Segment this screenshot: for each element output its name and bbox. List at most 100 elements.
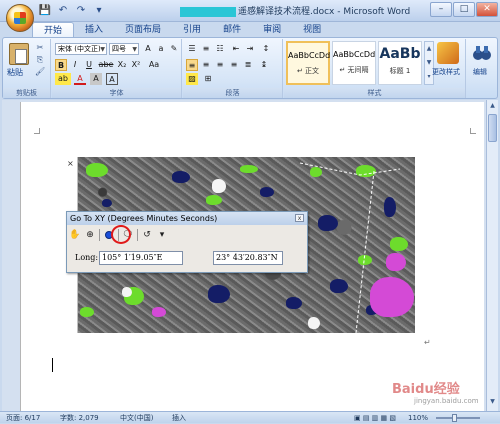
zoom-slider-handle[interactable] xyxy=(452,414,457,422)
vertical-scrollbar[interactable]: ▲ ▼ xyxy=(486,100,498,411)
clipboard-group: 粘贴 ✂ ⎘ 🖌 剪贴板 xyxy=(3,39,51,98)
tab-review[interactable]: 审阅 xyxy=(252,22,292,38)
italic-button[interactable]: I xyxy=(69,59,81,71)
numbering-icon[interactable]: ≡ xyxy=(200,43,212,55)
status-page[interactable]: 页面: 6/17 xyxy=(6,412,40,424)
watermark-text: Baidu经验 xyxy=(392,382,460,397)
font-color-button[interactable]: A xyxy=(74,73,86,85)
margin-corner xyxy=(470,128,476,134)
zoom-slider[interactable] xyxy=(436,417,480,419)
shading-icon[interactable]: ▨ xyxy=(186,73,198,85)
ribbon-tabs: 开始 插入 页面布局 引用 邮件 审阅 视图 xyxy=(32,22,332,38)
style-sample: AaBbCcDd xyxy=(288,51,331,60)
latitude-field[interactable]: 23° 43′20.83″N xyxy=(213,251,283,265)
ribbon: 粘贴 ✂ ⎘ 🖌 剪贴板 宋体 (中文正) ▼ 四号 ▼ A a ✎ B I U a… xyxy=(2,37,498,99)
units-dropdown-icon[interactable]: ▾ xyxy=(156,229,168,241)
dialog-title: Go To XY (Degrees Minutes Seconds) xyxy=(67,212,307,225)
undo-icon[interactable]: ↶ xyxy=(56,4,70,17)
style-normal[interactable]: AaBbCcDd ↵ 正文 xyxy=(286,41,330,85)
borders-icon[interactable]: ⊞ xyxy=(202,73,214,85)
status-language[interactable]: 中文(中国) xyxy=(120,412,153,424)
recent-locations-icon[interactable]: ↺ xyxy=(141,229,153,241)
multilevel-list-icon[interactable]: ☷ xyxy=(214,43,226,55)
tab-view[interactable]: 视图 xyxy=(292,22,332,38)
long-label: Long: xyxy=(75,253,99,262)
highlight-button[interactable]: ab xyxy=(55,73,71,85)
longitude-field[interactable]: 105° 1′19.05″E xyxy=(99,251,183,265)
zoom-level[interactable]: 110% xyxy=(408,412,428,424)
style-no-spacing[interactable]: AaBbCcDd ↵ 无间隔 xyxy=(332,41,376,85)
sort-icon[interactable]: ↕ xyxy=(260,43,272,55)
font-name-select[interactable]: 宋体 (中文正) ▼ xyxy=(55,43,107,55)
office-button[interactable] xyxy=(6,4,34,32)
strikethrough-button[interactable]: abe xyxy=(98,59,114,71)
shrink-font-icon[interactable]: a xyxy=(155,43,167,55)
view-buttons[interactable]: ▣ ▤ ▥ ▦ ▧ xyxy=(354,412,396,424)
quick-access-toolbar: 💾 ↶ ↷ ▾ xyxy=(38,4,106,17)
format-painter-icon[interactable]: 🖌 xyxy=(35,67,45,76)
change-case-button[interactable]: Aa xyxy=(146,59,162,71)
copy-icon[interactable]: ⎘ xyxy=(35,55,45,64)
align-right-icon[interactable]: ≡ xyxy=(214,59,226,71)
tab-references[interactable]: 引用 xyxy=(172,22,212,38)
dialog-close-button[interactable]: x xyxy=(295,214,304,222)
redo-icon[interactable]: ↷ xyxy=(74,4,88,17)
align-left-icon[interactable]: ≡ xyxy=(186,59,198,71)
bold-button[interactable]: B xyxy=(55,59,67,71)
char-border-button[interactable]: A xyxy=(106,73,118,85)
text-cursor xyxy=(52,358,53,372)
style-heading-1[interactable]: AaBb 标题 1 xyxy=(378,41,422,85)
status-insert-mode[interactable]: 插入 xyxy=(172,412,186,424)
coordinate-row: Long: 105° 1′19.05″E 23° 43′20.83″N xyxy=(70,251,306,267)
maximize-button[interactable]: □ xyxy=(453,2,475,17)
status-word-count[interactable]: 字数: 2,079 xyxy=(60,412,99,424)
minimize-button[interactable]: – xyxy=(430,2,452,17)
margin-corner xyxy=(34,128,40,134)
underline-button[interactable]: U xyxy=(83,59,95,71)
justify-icon[interactable]: ≡ xyxy=(228,59,240,71)
grow-font-icon[interactable]: A xyxy=(142,43,154,55)
close-icon[interactable]: × xyxy=(67,159,74,168)
toolbar-separator xyxy=(137,229,138,241)
subscript-button[interactable]: X₂ xyxy=(116,59,128,71)
increase-indent-icon[interactable]: ⇥ xyxy=(244,43,256,55)
scroll-up-icon[interactable]: ▲ xyxy=(488,102,497,112)
paste-button[interactable]: 粘贴 xyxy=(7,67,23,78)
style-sample: AaBb xyxy=(379,46,421,62)
change-styles-icon[interactable] xyxy=(437,42,459,64)
distributed-icon[interactable]: ≣ xyxy=(242,59,254,71)
office-logo-icon xyxy=(14,12,26,24)
save-icon[interactable]: 💾 xyxy=(38,4,52,17)
scroll-thumb[interactable] xyxy=(488,114,497,142)
align-center-icon[interactable]: ≡ xyxy=(200,59,212,71)
font-group-label: 字体 xyxy=(52,88,181,98)
zoom-to-icon[interactable]: ⊕ xyxy=(84,229,96,241)
superscript-button[interactable]: X² xyxy=(130,59,142,71)
toolbar-separator xyxy=(99,229,100,241)
font-size-select[interactable]: 四号 ▼ xyxy=(109,43,139,55)
bullets-icon[interactable]: ☰ xyxy=(186,43,198,55)
char-shading-button[interactable]: A xyxy=(90,73,102,85)
tab-insert[interactable]: 插入 xyxy=(74,22,114,38)
tab-home[interactable]: 开始 xyxy=(32,22,75,38)
change-styles-button[interactable]: 更改样式 xyxy=(432,67,460,77)
binoculars-icon[interactable] xyxy=(471,42,493,64)
scroll-down-icon[interactable]: ▼ xyxy=(488,398,497,408)
status-bar: 页面: 6/17 字数: 2,079 中文(中国) 插入 ▣ ▤ ▥ ▦ ▧ 1… xyxy=(0,411,500,423)
paste-icon[interactable] xyxy=(9,43,29,65)
styles-scroll[interactable]: ▲ ▼ ▾ xyxy=(424,41,434,85)
cut-icon[interactable]: ✂ xyxy=(35,43,45,52)
editing-button[interactable]: 编辑 xyxy=(473,67,487,77)
pan-hand-icon[interactable]: ✋ xyxy=(69,229,81,241)
tab-mailings[interactable]: 邮件 xyxy=(212,22,252,38)
customize-icon[interactable]: ▾ xyxy=(92,4,106,17)
editing-group: 编辑 xyxy=(467,39,497,98)
close-button[interactable]: ✕ xyxy=(476,2,498,17)
chevron-down-icon: ▼ xyxy=(132,46,137,53)
watermark-logo: Baidu经验 jingyan.baidu.com xyxy=(392,378,479,405)
paragraph-group-label: 段落 xyxy=(183,88,282,98)
clear-format-icon[interactable]: ✎ xyxy=(168,43,180,55)
line-spacing-icon[interactable]: ↨ xyxy=(258,59,270,71)
tab-page-layout[interactable]: 页面布局 xyxy=(114,22,172,38)
decrease-indent-icon[interactable]: ⇤ xyxy=(230,43,242,55)
